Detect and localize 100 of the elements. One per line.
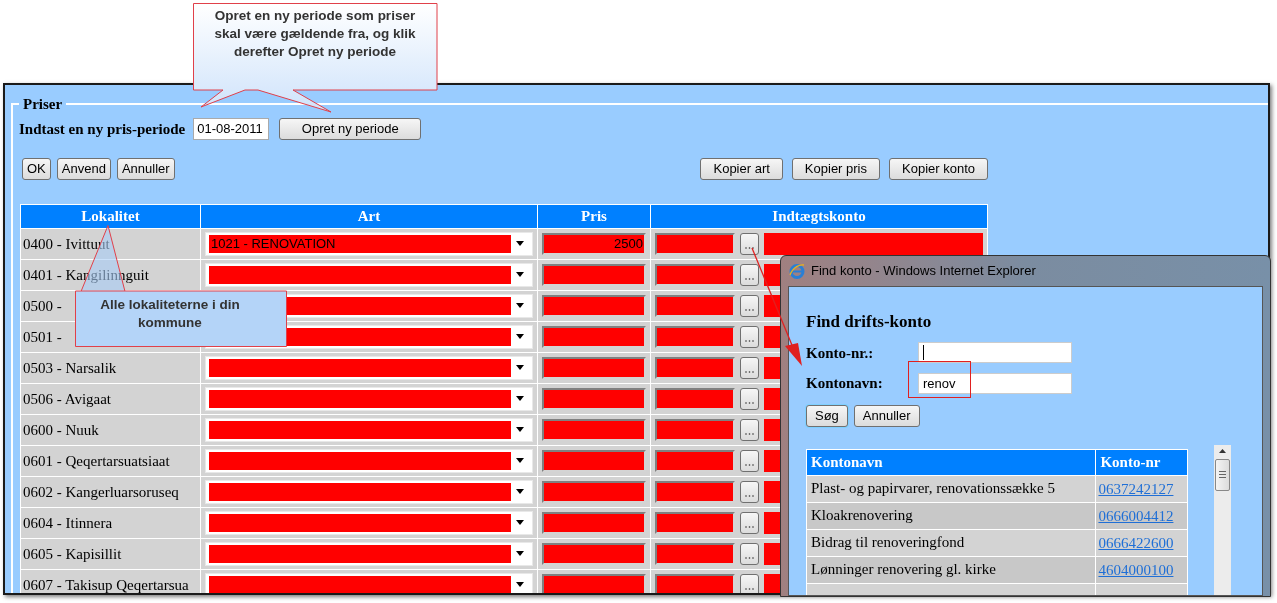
- locality-text: 0500 -: [23, 297, 62, 314]
- dropdown[interactable]: [205, 572, 533, 593]
- price-field[interactable]: [542, 356, 646, 379]
- dropdown[interactable]: [205, 355, 533, 380]
- price-field[interactable]: [542, 480, 646, 503]
- dropdown[interactable]: [205, 479, 533, 504]
- locality-text: 0602 - Kangerluarsoruseq: [23, 483, 179, 500]
- account-field[interactable]: [655, 325, 735, 348]
- input-field[interactable]: [918, 342, 1072, 364]
- column-header: Konto-nr: [1095, 449, 1188, 475]
- ellipsis-icon: [745, 494, 754, 497]
- ellipsis-icon: [745, 401, 754, 404]
- ellipsis-icon: [745, 525, 754, 528]
- caret-icon: [516, 458, 524, 463]
- browse-button[interactable]: [740, 480, 759, 503]
- caret-icon: [516, 396, 524, 401]
- browse-button[interactable]: [740, 418, 759, 441]
- table-cell: Kloakrenovering: [806, 502, 1096, 529]
- locality-text: 0400 - Ivittuut: [23, 235, 110, 252]
- column-header: Art: [200, 204, 538, 228]
- price-field[interactable]: [542, 294, 646, 317]
- browse-button[interactable]: [740, 294, 759, 317]
- browse-button[interactable]: [740, 356, 759, 379]
- table-cell: Lønninger renovering gl. kirke: [806, 556, 1096, 583]
- browse-button[interactable]: [740, 511, 759, 534]
- callout-text: Alle lokaliteterne i din kommune: [99, 296, 241, 332]
- column-header: Pris: [537, 204, 651, 228]
- locality-text: 0607 - Takisup Qeqertarsua: [23, 576, 189, 593]
- locality-text: 0506 - Avigaat: [23, 390, 112, 407]
- caret-icon: [516, 489, 524, 494]
- account-field[interactable]: [655, 356, 735, 379]
- column-header: Indtægtskonto: [650, 204, 988, 228]
- browser-logo-icon: [789, 263, 805, 279]
- browse-button[interactable]: [740, 542, 759, 565]
- browse-button[interactable]: [740, 573, 759, 593]
- ellipsis-icon: [745, 432, 754, 435]
- account-field[interactable]: [655, 480, 735, 503]
- field-label: Kontonavn:: [806, 374, 884, 393]
- copy-button[interactable]: Kopier art: [700, 158, 783, 180]
- browse-button[interactable]: [740, 263, 759, 286]
- period-field[interactable]: 01-08-2011: [193, 117, 270, 140]
- dialog-button[interactable]: Søg: [806, 404, 848, 427]
- callout-text: Opret en ny periode som priser skal være gældende fra, og klik derefter Opret ny periode: [213, 7, 417, 61]
- locality-text: 0604 - Itinnera: [23, 514, 113, 531]
- price-field[interactable]: [542, 325, 646, 348]
- price-field[interactable]: [542, 387, 646, 410]
- caret-icon: [516, 520, 524, 525]
- caret-icon: [516, 334, 524, 339]
- price-field[interactable]: 2500: [542, 232, 646, 255]
- price-field[interactable]: [542, 449, 646, 472]
- account-field[interactable]: [655, 542, 735, 565]
- table-cell: Plast- og papirvarer, renovationssække 5: [806, 475, 1096, 502]
- scroll-thumb[interactable]: [1215, 458, 1230, 491]
- account-field[interactable]: [655, 263, 735, 286]
- create-period-button[interactable]: Opret ny periode: [279, 117, 422, 140]
- ellipsis-icon: [745, 463, 754, 466]
- dropdown[interactable]: [205, 417, 533, 442]
- column-header: Kontonavn: [806, 449, 1096, 475]
- dropdown[interactable]: [205, 448, 533, 473]
- caret-icon: [516, 303, 524, 308]
- price-field[interactable]: [542, 418, 646, 441]
- price-field[interactable]: [542, 263, 646, 286]
- price-field[interactable]: [542, 511, 646, 534]
- copy-button[interactable]: Kopier konto: [889, 158, 988, 180]
- account-field[interactable]: [655, 232, 735, 255]
- input-field[interactable]: renov: [918, 372, 1072, 394]
- locality-text: 0605 - Kapisillit: [23, 545, 122, 562]
- account-field[interactable]: [655, 387, 735, 410]
- account-field[interactable]: [655, 511, 735, 534]
- caret-icon: [516, 551, 524, 556]
- account-field[interactable]: [655, 294, 735, 317]
- account-field[interactable]: [655, 573, 735, 593]
- dropdown[interactable]: [205, 510, 533, 535]
- dialog-button[interactable]: Annuller: [853, 404, 920, 427]
- highlight-frame: [908, 361, 971, 398]
- ellipsis-icon: [745, 308, 754, 311]
- caret-icon: [516, 582, 524, 587]
- dropdown[interactable]: [205, 541, 533, 566]
- group-legend: Priser: [19, 93, 67, 116]
- browse-button[interactable]: [740, 325, 759, 348]
- account-field[interactable]: [655, 418, 735, 441]
- browse-button[interactable]: [740, 232, 759, 255]
- locality-text: 0601 - Qeqertarsuatsiaat: [23, 452, 170, 469]
- price-field[interactable]: [542, 573, 646, 593]
- price-field[interactable]: [542, 542, 646, 565]
- dropdown[interactable]: 1021 - RENOVATION: [205, 231, 533, 256]
- dropdown[interactable]: [205, 262, 533, 287]
- locality-text: 0600 - Nuuk: [23, 421, 99, 438]
- caret-icon: [516, 241, 524, 246]
- copy-button[interactable]: Kopier pris: [791, 158, 880, 180]
- dropdown[interactable]: [205, 386, 533, 411]
- scrollbar[interactable]: [1214, 444, 1231, 595]
- action-button[interactable]: OK: [22, 158, 51, 180]
- account-field[interactable]: [655, 449, 735, 472]
- action-button[interactable]: Anvend: [56, 158, 111, 180]
- ellipsis-icon: [745, 370, 754, 373]
- action-button[interactable]: Annuller: [116, 158, 175, 180]
- browse-button[interactable]: [740, 387, 759, 410]
- ellipsis-icon: [745, 277, 754, 280]
- browse-button[interactable]: [740, 449, 759, 472]
